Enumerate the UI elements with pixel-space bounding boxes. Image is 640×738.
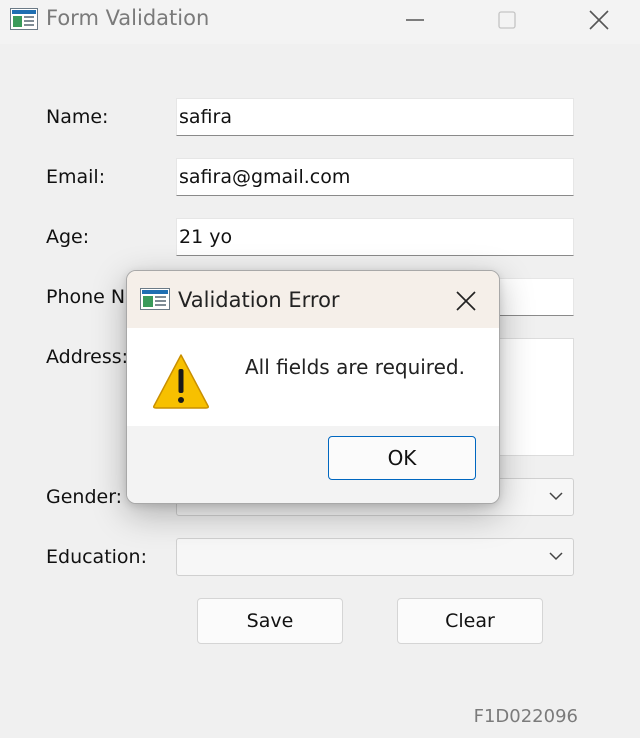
education-combobox[interactable] — [176, 538, 574, 576]
name-field[interactable]: safira — [176, 98, 574, 136]
chevron-down-icon — [549, 492, 563, 501]
validation-error-dialog: Validation Error All fields are required… — [126, 270, 500, 504]
warning-icon — [153, 354, 209, 409]
email-field[interactable]: safira@gmail.com — [176, 158, 574, 196]
email-label: Email: — [46, 166, 106, 188]
dialog-body: All fields are required. — [127, 328, 499, 426]
ok-button[interactable]: OK — [328, 436, 476, 480]
age-field[interactable]: 21 yo — [176, 218, 574, 256]
maximize-icon — [498, 11, 516, 29]
education-label: Education: — [46, 546, 147, 568]
window-title: Form Validation — [46, 6, 210, 30]
title-bar: Form Validation — [0, 0, 640, 44]
minimize-button[interactable] — [392, 6, 438, 34]
dialog-title: Validation Error — [178, 288, 340, 312]
age-label: Age: — [46, 226, 90, 248]
save-button[interactable]: Save — [197, 598, 343, 644]
dialog-close-button[interactable] — [445, 285, 487, 317]
form-validation-window: Form Validation Name: safira Email: safi… — [0, 0, 640, 738]
close-icon — [456, 291, 476, 311]
student-id-label: F1D022096 — [473, 706, 578, 727]
app-icon — [10, 8, 38, 30]
gender-label: Gender: — [46, 486, 123, 508]
name-label: Name: — [46, 106, 109, 128]
clear-button[interactable]: Clear — [397, 598, 543, 644]
minimize-icon — [406, 19, 424, 21]
dialog-title-bar: Validation Error — [127, 271, 499, 328]
maximize-button[interactable] — [484, 6, 530, 34]
chevron-down-icon — [549, 552, 563, 561]
dialog-footer: OK — [127, 426, 499, 503]
app-icon — [140, 288, 170, 310]
address-label: Address: — [46, 346, 129, 368]
close-window-button[interactable] — [576, 6, 622, 34]
close-icon — [589, 10, 609, 30]
dialog-message: All fields are required. — [245, 355, 465, 379]
